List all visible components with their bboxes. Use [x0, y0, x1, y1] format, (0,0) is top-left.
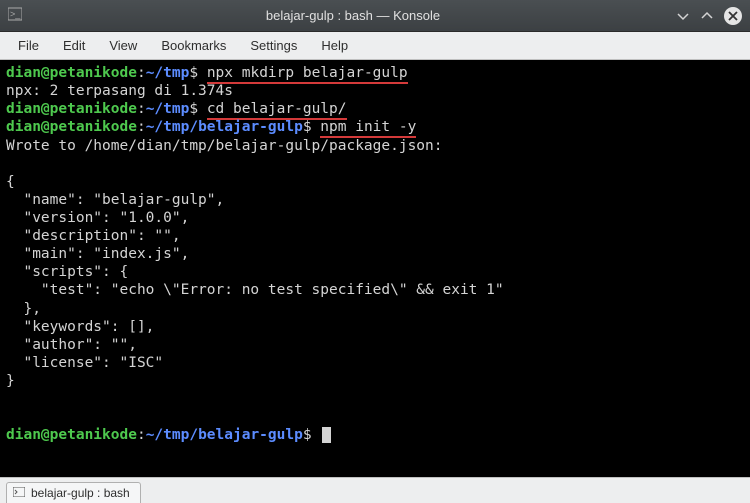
- prompt-user: dian@petanikode: [6, 427, 137, 443]
- minimize-button[interactable]: [676, 9, 690, 23]
- menubar: File Edit View Bookmarks Settings Help: [0, 32, 750, 60]
- maximize-button[interactable]: [700, 9, 714, 23]
- command-text: npx mkdirp belajar-gulp: [207, 65, 408, 84]
- terminal-output: "description": "",: [6, 227, 744, 245]
- terminal-output: "scripts": {: [6, 263, 744, 281]
- terminal-output: "test": "echo \"Error: no test specified…: [6, 281, 744, 299]
- terminal-icon: >_: [8, 7, 22, 24]
- prompt-path: ~/tmp/belajar-gulp: [146, 427, 303, 443]
- terminal-line: dian@petanikode:~/tmp/belajar-gulp$ npm …: [6, 118, 744, 136]
- menu-bookmarks[interactable]: Bookmarks: [151, 34, 236, 57]
- terminal-output: },: [6, 300, 744, 318]
- menu-edit[interactable]: Edit: [53, 34, 95, 57]
- tab-label: belajar-gulp : bash: [31, 486, 130, 500]
- terminal-line: dian@petanikode:~/tmp/belajar-gulp$: [6, 426, 744, 444]
- terminal-output: "main": "index.js",: [6, 245, 744, 263]
- menu-view[interactable]: View: [99, 34, 147, 57]
- menu-help[interactable]: Help: [311, 34, 358, 57]
- cursor: [322, 427, 331, 443]
- prompt-user: dian@petanikode: [6, 101, 137, 117]
- terminal-output: Wrote to /home/dian/tmp/belajar-gulp/pac…: [6, 137, 744, 155]
- menu-file[interactable]: File: [8, 34, 49, 57]
- terminal-output: npx: 2 terpasang di 1.374s: [6, 82, 744, 100]
- window-title: belajar-gulp : bash — Konsole: [30, 8, 676, 23]
- terminal-output: "name": "belajar-gulp",: [6, 191, 744, 209]
- svg-text:>_: >_: [10, 9, 21, 19]
- tab-active[interactable]: belajar-gulp : bash: [6, 482, 141, 503]
- terminal-output: "keywords": [],: [6, 318, 744, 336]
- prompt-path: ~/tmp/belajar-gulp: [146, 119, 303, 135]
- window-controls: [676, 7, 742, 25]
- command-text: npm init -y: [320, 119, 416, 138]
- close-button[interactable]: [724, 7, 742, 25]
- prompt-user: dian@petanikode: [6, 119, 137, 135]
- terminal-area[interactable]: dian@petanikode:~/tmp$ npx mkdirp belaja…: [0, 60, 750, 477]
- terminal-output: "license": "ISC": [6, 354, 744, 372]
- terminal-output: }: [6, 372, 744, 390]
- tab-terminal-icon: [13, 487, 25, 500]
- terminal-output: {: [6, 173, 744, 191]
- terminal-output: "version": "1.0.0",: [6, 209, 744, 227]
- prompt-path: ~/tmp: [146, 65, 190, 81]
- titlebar: >_ belajar-gulp : bash — Konsole: [0, 0, 750, 32]
- tabbar: belajar-gulp : bash: [0, 477, 750, 503]
- prompt-user: dian@petanikode: [6, 65, 137, 81]
- terminal-output: "author": "",: [6, 336, 744, 354]
- terminal-line: dian@petanikode:~/tmp$ cd belajar-gulp/: [6, 100, 744, 118]
- menu-settings[interactable]: Settings: [240, 34, 307, 57]
- prompt-path: ~/tmp: [146, 101, 190, 117]
- terminal-line: dian@petanikode:~/tmp$ npx mkdirp belaja…: [6, 64, 744, 82]
